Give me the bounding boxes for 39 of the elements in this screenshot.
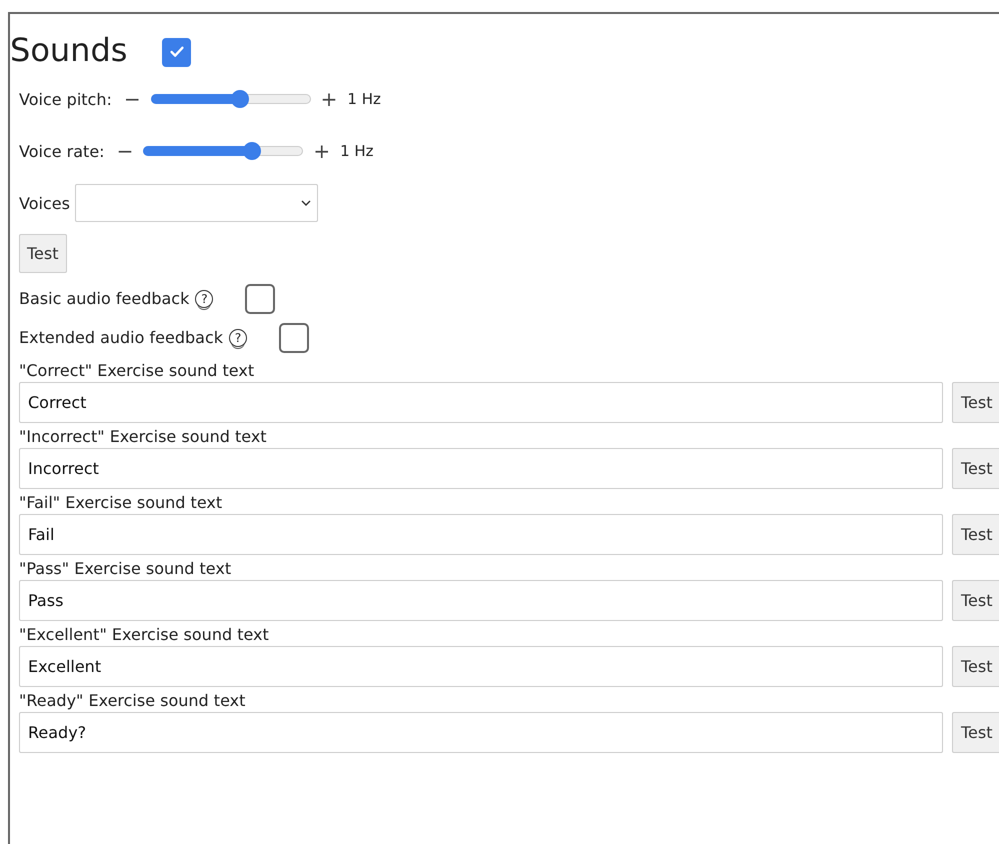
field-label: "Pass" Exercise sound text	[19, 559, 232, 578]
plus-sign: +	[320, 87, 338, 111]
sound-text-field[interactable]: Fail	[19, 514, 943, 555]
sound-text-field[interactable]: Excellent	[19, 646, 943, 687]
field-label: "Incorrect" Exercise sound text	[19, 427, 268, 446]
field-label: "Excellent" Exercise sound text	[19, 625, 270, 644]
slider-thumb[interactable]	[231, 90, 250, 108]
field-label: "Correct" Exercise sound text	[19, 361, 256, 380]
chevron-down-icon	[300, 200, 311, 206]
sound-text-field[interactable]: Correct	[19, 382, 943, 423]
sound-text-field[interactable]: Pass	[19, 580, 943, 621]
checkbox[interactable]	[245, 284, 276, 314]
slider-label: Voice pitch:	[19, 90, 112, 108]
slider-thumb[interactable]	[242, 142, 261, 160]
slider-reading: 1 Hz	[347, 90, 381, 108]
section-title: Sounds	[10, 31, 128, 69]
plus-sign: +	[313, 139, 330, 163]
help-icon[interactable]: ?	[229, 328, 247, 346]
checkbox[interactable]	[279, 322, 309, 352]
test-button[interactable]: Test	[19, 234, 67, 273]
help-icon[interactable]: ?	[195, 290, 214, 308]
voices-label: Voices	[19, 194, 70, 212]
slider-reading: 1 Hz	[340, 142, 374, 160]
sound-text-field[interactable]: Incorrect	[19, 448, 943, 489]
checkbox[interactable]	[162, 38, 192, 66]
test-button[interactable]: Test	[952, 646, 999, 687]
slider-label: Voice rate:	[19, 142, 105, 160]
test-button[interactable]: Test	[952, 448, 999, 489]
test-button[interactable]: Test	[952, 514, 999, 555]
feedback-label: Extended audio feedback	[19, 328, 223, 347]
test-button[interactable]: Test	[952, 712, 999, 753]
sound-text-field[interactable]: Ready?	[19, 712, 943, 753]
feedback-label: Basic audio feedback	[19, 289, 190, 308]
test-button[interactable]: Test	[952, 580, 999, 621]
minus-sign: −	[124, 87, 141, 111]
field-label: "Fail" Exercise sound text	[19, 493, 224, 512]
minus-sign: −	[116, 139, 134, 163]
test-button[interactable]: Test	[952, 382, 999, 423]
field-label: "Ready" Exercise sound text	[19, 691, 246, 710]
